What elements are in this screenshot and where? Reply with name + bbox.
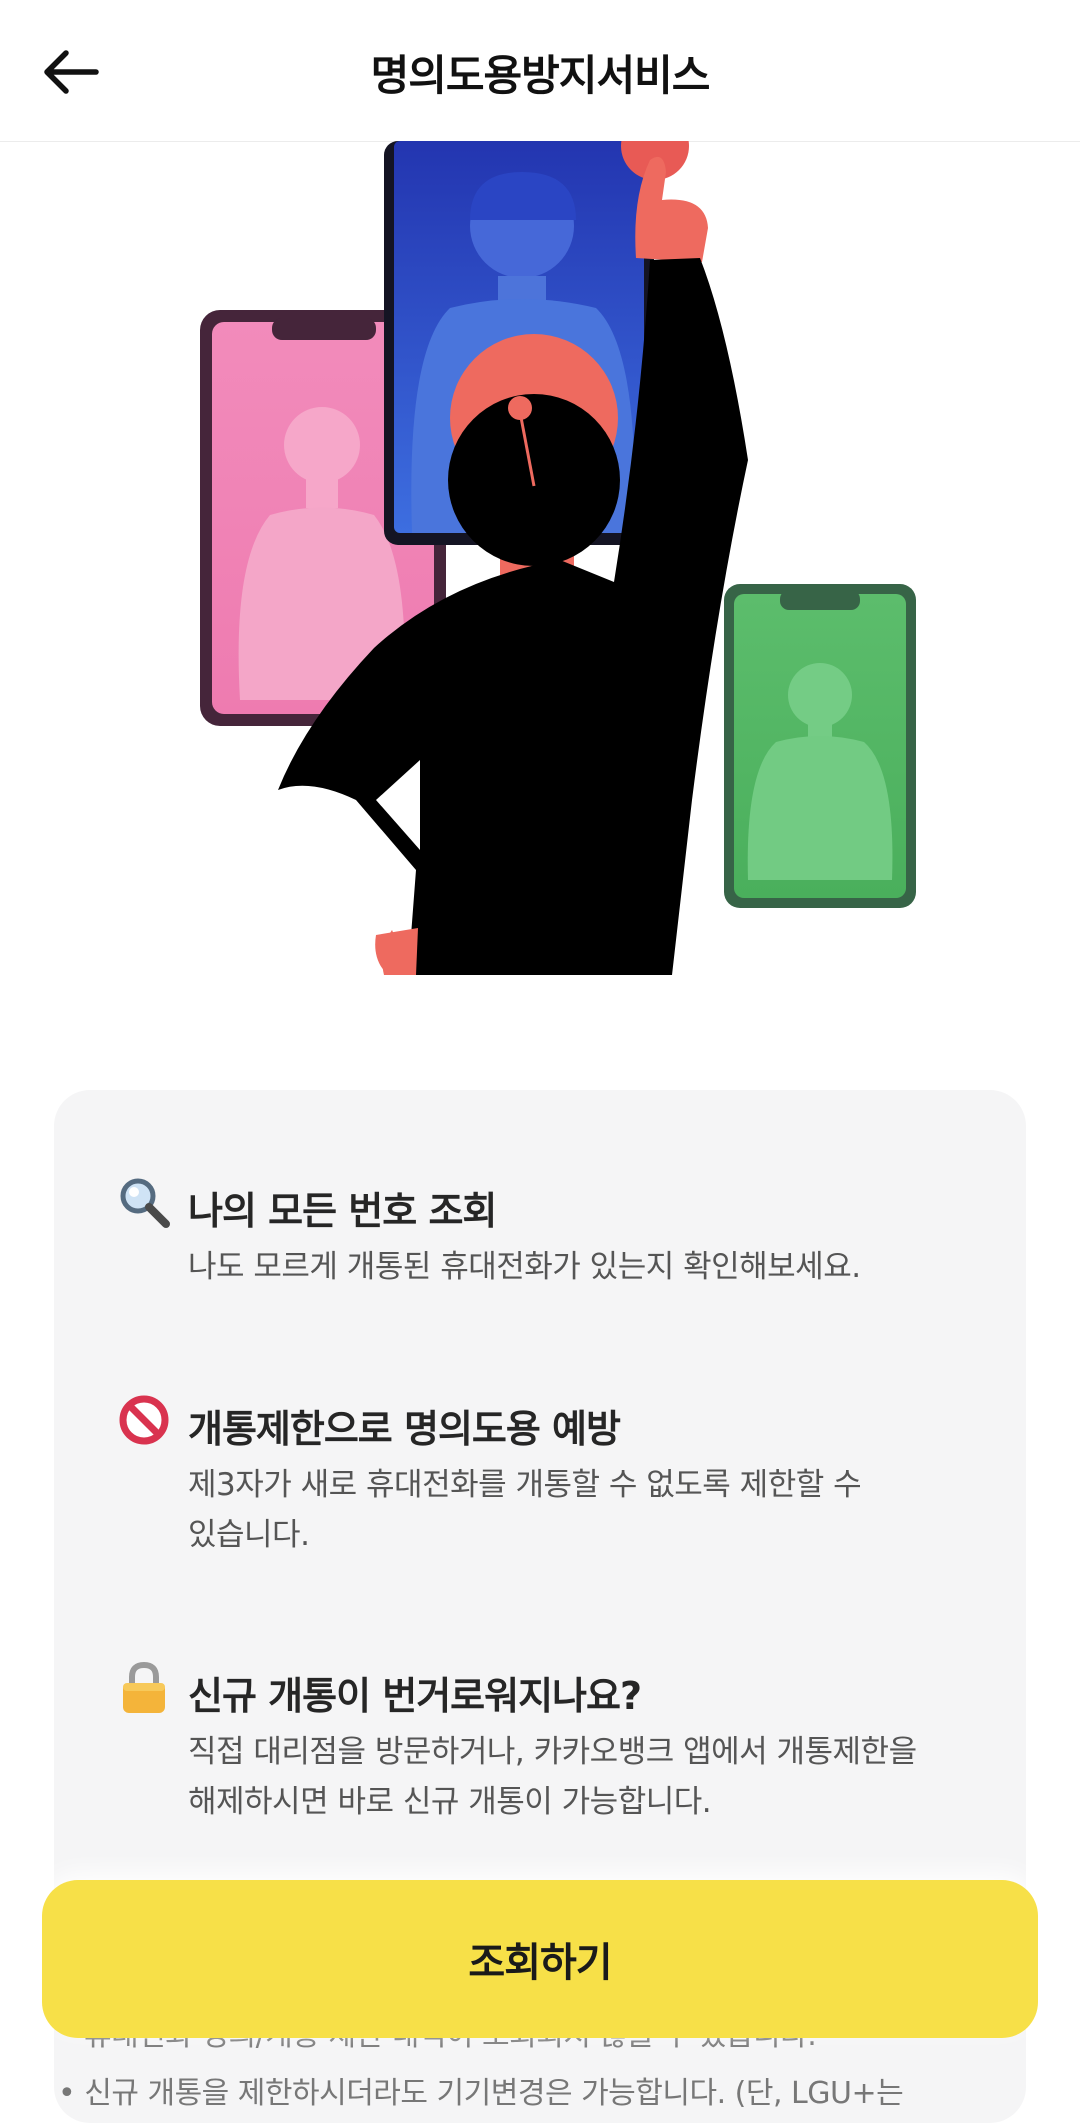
feature-title: 나의 모든 번호 조회 [188, 1189, 497, 1233]
feature-description-line: 있습니다. [188, 1517, 310, 1553]
feature-description-line: 직접 대리점을 방문하거나, 카카오뱅크 앱에서 개통제한을 [188, 1734, 917, 1770]
top-app-bar: 명의도용방지서비스 [0, 0, 1080, 142]
feature-description-line: 나도 모르게 개통된 휴대전화가 있는지 확인해보세요. [188, 1249, 861, 1285]
feature-description-line: 제3자가 새로 휴대전화를 개통할 수 없도록 제한할 수 [188, 1467, 862, 1503]
page-title: 명의도용방지서비스 [370, 51, 711, 100]
lock-icon [123, 1661, 165, 1713]
feature-description: 나도 모르게 개통된 휴대전화가 있는지 확인해보세요. [188, 1242, 988, 1292]
feature-description: 직접 대리점을 방문하거나, 카카오뱅크 앱에서 개통제한을 해제하시면 바로 … [188, 1727, 988, 1827]
prohibited-icon [119, 1395, 169, 1445]
lookup-button[interactable]: 조회하기 [42, 1880, 1038, 2038]
hero-illustration [0, 112, 1080, 1021]
feature-title: 개통제한으로 명의도용 예방 [188, 1407, 621, 1451]
notice-line: • 신규 개통을 제한하시더라도 기기변경은 가능합니다. (단, LGU+는 [58, 2076, 904, 2111]
feature-description-line: 해제하시면 바로 신규 개통이 가능합니다. [188, 1784, 712, 1820]
green-phone [724, 584, 916, 908]
feature-description: 제3자가 새로 휴대전화를 개통할 수 없도록 제한할 수 있습니다. [188, 1460, 988, 1560]
magnifier-icon [120, 1178, 170, 1228]
person-with-phones-illustration [200, 112, 916, 975]
feature-title: 신규 개통이 번거로워지나요? [188, 1674, 642, 1718]
